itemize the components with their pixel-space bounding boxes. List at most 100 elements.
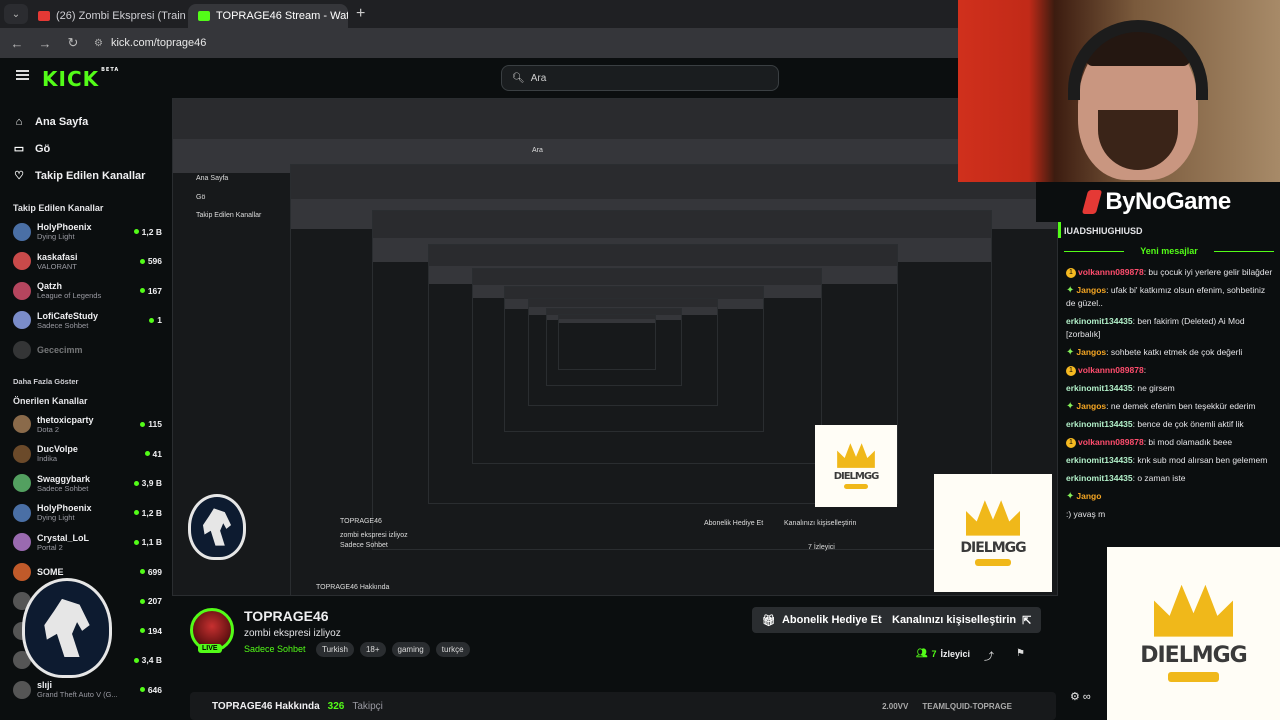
sidebar-channel[interactable]: DucVolpe İndika 41 [0, 439, 172, 469]
browser-tab-kick[interactable]: TOPRAGE46 Stream - Watch Li ✕ [188, 4, 348, 28]
new-messages-divider[interactable]: Yeni mesajlar [1058, 246, 1280, 256]
stream-tag[interactable]: gaming [391, 642, 430, 657]
sidebar-channel[interactable]: Crystal_LoL Portal 2 1,1 B [0, 528, 172, 558]
chat-pinned-user: IUADSHIUGHIUSD [1064, 226, 1143, 236]
viewer-count: 1,2 B [133, 508, 162, 518]
chat-message[interactable]: :) yavaş m [1066, 508, 1276, 521]
stream-player[interactable]: Ara Ana Sayfa Gö Takip Edilen Kanallar TOPRA… [172, 98, 1058, 596]
extra-link-2[interactable]: TEAMLQUID-TOPRAGE [922, 702, 1012, 711]
chat-message[interactable]: erkinomit134435: ben fakirim (Deleted) A… [1066, 315, 1276, 341]
nested-label: zombi ekspresi izliyoz [340, 532, 408, 539]
new-tab-button[interactable]: + [356, 5, 365, 23]
live-dot-icon [139, 687, 145, 693]
chat-username[interactable]: Jangos [1076, 347, 1106, 357]
chat-username[interactable]: volkannn089878 [1078, 267, 1144, 277]
url-field[interactable]: ⚙ kick.com/toprage46 [94, 37, 206, 49]
reload-icon[interactable]: ↻ [66, 35, 80, 51]
chat-username[interactable]: erkinomit134435 [1066, 419, 1133, 429]
chat-username[interactable]: Jango [1076, 491, 1101, 501]
sidebar-channel[interactable]: kaskafasi VALORANT 596 [0, 247, 172, 277]
avatar [13, 340, 31, 359]
sidebar-channel[interactable]: LofiCafeStudy Sadece Sohbet 1 [0, 306, 172, 336]
horse-icon [44, 598, 90, 658]
avatar [13, 474, 31, 493]
sidebar-channel[interactable]: thetoxicparty Dota 2 115 [0, 410, 172, 440]
sidebar-channel[interactable]: HolyPhoenix Dying Light 1,2 B [0, 217, 172, 247]
nav-home[interactable]: ⌂ Ana Sayfa [13, 108, 172, 135]
extra-link-1[interactable]: 2.00VV [882, 702, 908, 711]
star-badge-icon: ✦ [1066, 491, 1075, 502]
site-info-icon[interactable]: ⚙ [94, 38, 103, 49]
channel-category: Grand Theft Auto V (G... [37, 690, 118, 700]
chat-username[interactable]: erkinomit134435 [1066, 316, 1133, 326]
chat-username[interactable]: erkinomit134435 [1066, 383, 1133, 393]
chat-user-indicator [1058, 222, 1061, 238]
search-input[interactable]: 🔍︎ Ara [501, 65, 779, 91]
streamer-name[interactable]: TOPRAGE46 [244, 608, 329, 624]
chat-username[interactable]: volkannn089878 [1078, 365, 1144, 375]
nav-following[interactable]: ♡ Takip Edilen Kanallar [13, 162, 172, 189]
sponsor-logo: ByNoGame [1036, 182, 1280, 222]
stream-tag[interactable]: 18+ [359, 642, 386, 657]
sidebar-channel[interactable]: ѕlıјі Grand Theft Auto V (G... 646 [0, 675, 172, 705]
external-link-icon: ⇱ [1022, 614, 1032, 627]
nested-label: TOPRAGE46 Hakkında [316, 584, 390, 591]
show-more-link[interactable]: Daha Fazla Göster [0, 377, 172, 386]
sidebar-channel[interactable]: Swaggybark Sadece Sohbet 3,9 B [0, 469, 172, 499]
nav-browse[interactable]: ▭ Gö [13, 135, 172, 162]
chat-message[interactable]: ✦ Jangos: sohbete katkı etmek de çok değe… [1066, 346, 1276, 359]
chat-username[interactable]: volkannn089878 [1078, 437, 1144, 447]
channel-category: İndika [37, 454, 58, 464]
stream-tag[interactable]: Turkish [316, 642, 354, 657]
live-dot-icon [133, 229, 139, 235]
chat-bottom-icons[interactable]: ⚙ ∞ [1070, 690, 1091, 703]
customize-channel-button[interactable]: Kanalınızı kişiselleştirin ⇱ [882, 607, 1042, 633]
viewer-count: 194 [139, 626, 162, 636]
chat-message[interactable]: 1 volkannn089878: bu çocuk iyi yerlere ge… [1066, 266, 1276, 279]
chat-message[interactable]: 1 volkannn089878: [1066, 364, 1276, 377]
stream-category[interactable]: Sadece Sohbet [244, 644, 306, 654]
url-text: kick.com/toprage46 [110, 37, 207, 49]
channel-category: Dota 2 [37, 424, 60, 434]
chat-username[interactable]: erkinomit134435 [1066, 455, 1133, 465]
about-title: TOPRAGE46 Hakkında [212, 700, 320, 712]
viewer-count: 699 [139, 567, 162, 577]
sidebar-channel[interactable]: Qatzh League of Legends 167 [0, 276, 172, 306]
chat-message[interactable]: erkinomit134435: o zaman iste [1066, 472, 1276, 485]
sidebar-channel[interactable]: Gececimm [0, 335, 172, 365]
chat-message[interactable]: erkinomit134435: ne girsem [1066, 382, 1276, 395]
chat-message[interactable]: ✦ Jangos: ne demek efenim ben teşekkür ed… [1066, 400, 1276, 413]
chat-text: : [1143, 365, 1147, 375]
share-icon[interactable]: ⤴ [984, 648, 994, 663]
sidebar-channel[interactable]: HolyPhoenix Dying Light 1,2 B [0, 498, 172, 528]
back-icon[interactable]: ← [10, 36, 24, 51]
stream-tag[interactable]: turkçe [435, 642, 470, 657]
tab-search-icon[interactable]: ⌄ [4, 4, 28, 24]
subscriber-badge-icon: 1 [1066, 437, 1076, 448]
dielmgg-logo: DIELMGG [1107, 547, 1280, 720]
gift-sub-button[interactable]: 🎁︎ Abonelik Hediye Et [752, 607, 892, 633]
horse-icon [202, 508, 232, 546]
search-icon: 🔍︎ [512, 72, 525, 84]
forward-icon[interactable]: → [38, 36, 52, 51]
chat-message[interactable]: ✦ Jango [1066, 490, 1276, 503]
chat-username[interactable]: Jangos [1076, 401, 1106, 411]
nested-label: Takip Edilen Kanallar [196, 212, 262, 219]
star-badge-icon: ✦ [1066, 347, 1075, 358]
chat-username[interactable]: erkinomit134435 [1066, 473, 1133, 483]
viewer-count: 167 [139, 286, 162, 296]
chat-message[interactable]: 1 volkannn089878: bi mod olamadık beee [1066, 436, 1276, 449]
search-placeholder: Ara [530, 72, 547, 84]
followers-label: Takipçi [352, 700, 383, 712]
menu-icon[interactable] [16, 70, 29, 80]
chat-message[interactable]: erkinomit134435: bence de çok önemli akt… [1066, 418, 1276, 431]
chat-message[interactable]: erkinomit134435: knk sub mod alırsan ben… [1066, 454, 1276, 467]
live-dot-icon [139, 628, 145, 634]
about-section[interactable]: TOPRAGE46 Hakkında 326 Takipçi 2.00VV TE… [190, 692, 1056, 720]
tab-title: TOPRAGE46 Stream - Watch Li [216, 10, 348, 22]
chat-message[interactable]: ✦ Jangos: ufak bi' katkımız olsun efenim,… [1066, 284, 1276, 310]
chat-username[interactable]: Jangos [1076, 285, 1106, 295]
kick-logo[interactable]: KICK BETA [42, 67, 119, 91]
more-icon[interactable]: ⚑ [1016, 648, 1025, 659]
browser-tab-youtube[interactable]: (26) Zombi Ekspresi (Train to Bu ✕ [28, 4, 188, 28]
